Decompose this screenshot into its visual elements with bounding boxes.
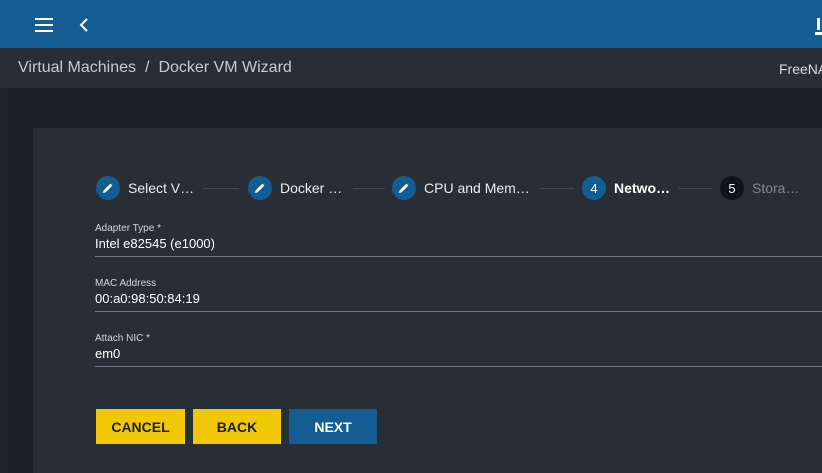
- adapter-type-label: Adapter Type *: [95, 223, 161, 234]
- breadcrumb-item-docker-vm-wizard: Docker VM Wizard: [158, 59, 292, 76]
- top-bar: [0, 0, 822, 48]
- pencil-icon: [96, 176, 120, 200]
- attach-nic-select[interactable]: em0: [95, 346, 120, 361]
- adapter-type-select[interactable]: Intel e82545 (e1000): [95, 236, 215, 251]
- step-docker[interactable]: Docker …: [248, 176, 342, 200]
- step-connector: [678, 188, 712, 189]
- power-icon[interactable]: [812, 16, 822, 38]
- step-number: 4: [582, 176, 606, 200]
- breadcrumb: Virtual Machines / Docker VM Wizard: [18, 59, 292, 77]
- step-label: Select V…: [128, 180, 195, 196]
- cancel-button[interactable]: CANCEL: [96, 409, 185, 444]
- breadcrumb-separator: /: [144, 59, 150, 76]
- field-underline: [95, 311, 822, 312]
- step-label: Stora…: [752, 180, 800, 196]
- step-number: 5: [720, 176, 744, 200]
- next-button[interactable]: NEXT: [289, 409, 377, 444]
- step-label: Docker …: [280, 180, 343, 196]
- step-network[interactable]: 4 Netwo…: [582, 176, 670, 200]
- step-select-vm[interactable]: Select V…: [96, 176, 194, 200]
- step-label: CPU and Mem…: [424, 180, 530, 196]
- step-storage[interactable]: 5 Stora…: [720, 176, 799, 200]
- attach-nic-label: Attach NIC *: [95, 333, 151, 344]
- step-connector: [203, 188, 239, 189]
- step-connector: [540, 188, 574, 189]
- field-underline: [95, 366, 822, 367]
- field-underline: [95, 256, 822, 257]
- back-button[interactable]: BACK: [193, 409, 281, 444]
- breadcrumb-bar: Virtual Machines / Docker VM Wizard FreeNA: [0, 48, 822, 88]
- mac-address-input[interactable]: 00:a0:98:50:84:19: [95, 291, 200, 306]
- pencil-icon: [392, 176, 416, 200]
- chevron-left-icon[interactable]: [74, 14, 96, 36]
- step-connector: [353, 188, 385, 189]
- step-label: Netwo…: [614, 180, 670, 196]
- breadcrumb-item-virtual-machines[interactable]: Virtual Machines: [18, 59, 136, 76]
- pencil-icon: [248, 176, 272, 200]
- mac-address-label: MAC Address: [95, 278, 157, 289]
- step-cpu-memory[interactable]: CPU and Mem…: [392, 176, 530, 200]
- brand-text: FreeNA: [779, 61, 822, 77]
- hamburger-menu-icon[interactable]: [32, 14, 56, 36]
